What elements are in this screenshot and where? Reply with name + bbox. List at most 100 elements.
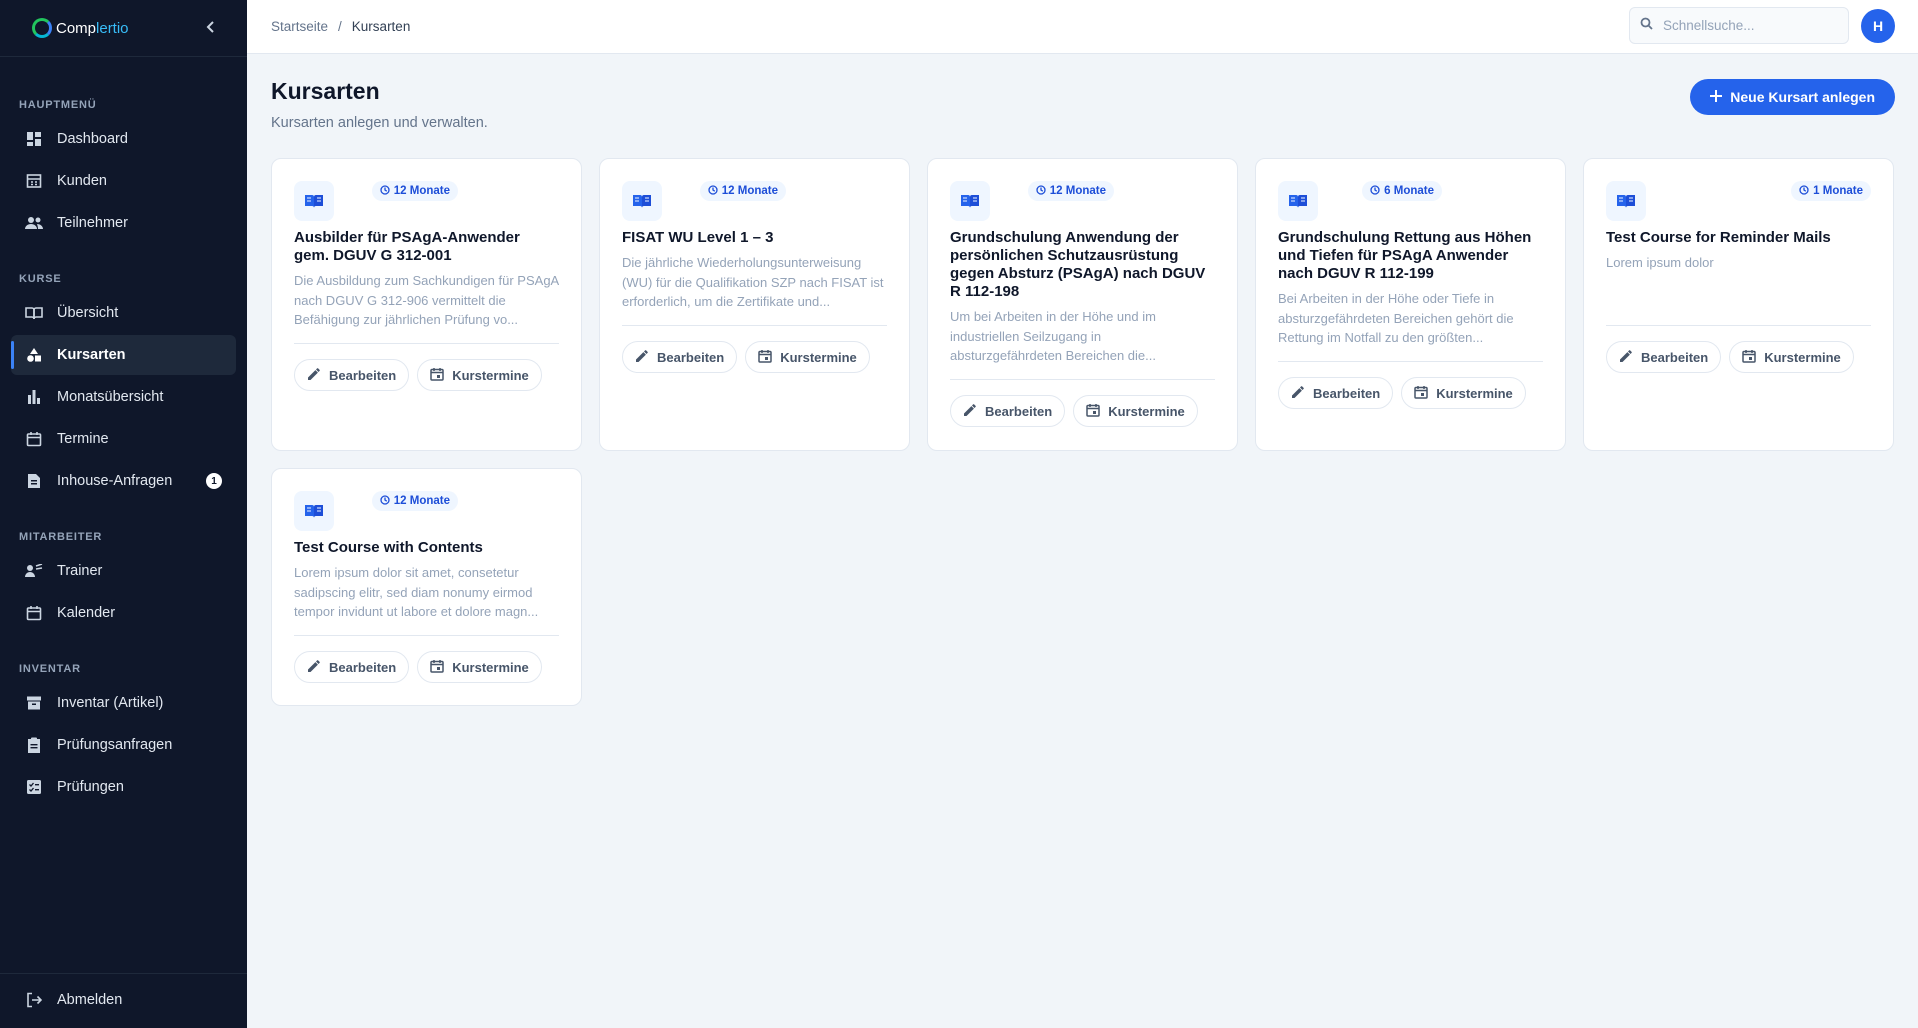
sidebar-item-abmelden[interactable]: Abmelden [11, 980, 236, 1020]
page-subtitle: Kursarten anlegen und verwalten. [271, 115, 488, 131]
pencil-icon [1619, 349, 1633, 366]
card-header: 12 Monate [294, 491, 559, 531]
edit-button[interactable]: Bearbeiten [622, 341, 738, 373]
card-description: Die Ausbildung zum Sachkundigen für PSAg… [294, 273, 559, 327]
calendar-icon [430, 659, 444, 676]
edit-button[interactable]: Bearbeiten [950, 395, 1066, 427]
nav-section-courses: KURSE [19, 273, 62, 285]
card-header: 12 Monate [294, 181, 559, 221]
course-dates-button[interactable]: Kurstermine [1729, 341, 1854, 373]
edit-button[interactable]: Bearbeiten [294, 651, 410, 683]
page-title: Kursarten [271, 78, 380, 104]
edit-label: Bearbeiten [985, 403, 1053, 419]
nav-section-inventory: INVENTAR [19, 663, 81, 675]
sidebar-item-dashboard[interactable]: Dashboard [11, 119, 236, 159]
card-title: Ausbilder für PSAgA-Anwender gem. DGUV G… [294, 229, 520, 264]
archive-icon [25, 694, 43, 712]
book-icon [1606, 181, 1646, 221]
topbar: Startseite / Kursarten H [247, 0, 1918, 54]
edit-label: Bearbeiten [1641, 349, 1709, 365]
sidebar-item-label: Kunden [57, 173, 107, 189]
edit-button[interactable]: Bearbeiten [294, 359, 410, 391]
sidebar-item-kursarten[interactable]: Kursarten [11, 335, 236, 375]
sidebar-item-inhouse[interactable]: Inhouse-Anfragen 1 [11, 461, 236, 501]
card-actions: Bearbeiten Kurstermine [294, 344, 559, 413]
sidebar-item-kalender[interactable]: Kalender [11, 593, 236, 633]
sidebar-item-inventar[interactable]: Inventar (Artikel) [11, 683, 236, 723]
sidebar-item-termine[interactable]: Termine [11, 419, 236, 459]
nav-section-staff: MITARBEITER [19, 531, 103, 543]
duration-label: 12 Monate [393, 495, 450, 507]
sidebar-item-label: Übersicht [57, 305, 119, 321]
course-dates-button[interactable]: Kurstermine [1073, 395, 1198, 427]
checklist-icon [25, 778, 43, 796]
sidebar-item-label: Termine [57, 431, 109, 447]
new-course-type-label: Neue Kursart anlegen [1730, 89, 1875, 105]
sidebar-item-trainer[interactable]: Trainer [11, 551, 236, 591]
brand-logo[interactable]: Complertio [32, 18, 129, 38]
course-dates-button[interactable]: Kurstermine [417, 651, 542, 683]
sidebar-item-label: Abmelden [57, 992, 123, 1008]
duration-label: 12 Monate [1049, 185, 1106, 197]
course-type-card: 6 Monate Grundschulung Rettung aus Höhen… [1255, 158, 1566, 451]
collapse-sidebar-icon[interactable] [205, 18, 217, 39]
card-title: Grundschulung Rettung aus Höhen und Tief… [1278, 229, 1532, 282]
edit-label: Bearbeiten [657, 349, 725, 365]
course-dates-label: Kurstermine [1108, 403, 1185, 419]
quick-search[interactable] [1629, 7, 1849, 44]
clock-icon [1370, 184, 1380, 198]
bar-chart-icon [25, 388, 43, 406]
book-icon [622, 181, 662, 221]
breadcrumb-home[interactable]: Startseite [271, 19, 328, 34]
course-dates-button[interactable]: Kurstermine [745, 341, 870, 373]
course-dates-button[interactable]: Kurstermine [417, 359, 542, 391]
book-icon [294, 181, 334, 221]
edit-label: Bearbeiten [329, 367, 397, 383]
notification-badge: 1 [206, 473, 222, 489]
edit-button[interactable]: Bearbeiten [1278, 377, 1394, 409]
sidebar-item-label: Prüfungen [57, 779, 124, 795]
people-icon [25, 214, 43, 232]
breadcrumb-current: Kursarten [351, 19, 411, 34]
user-avatar[interactable]: H [1861, 9, 1895, 43]
duration-badge: 12 Monate [1027, 181, 1114, 201]
sidebar-item-pruefungen[interactable]: Prüfungen [11, 767, 236, 807]
duration-label: 1 Monate [1813, 185, 1863, 197]
sidebar-item-kunden[interactable]: Kunden [11, 161, 236, 201]
pencil-icon [1291, 385, 1305, 402]
course-type-card: 12 Monate FISAT WU Level 1 – 3 Die jährl… [599, 158, 910, 451]
sidebar-item-label: Dashboard [57, 131, 128, 147]
duration-label: 12 Monate [393, 185, 450, 197]
card-actions: Bearbeiten Kurstermine [1606, 326, 1871, 395]
sidebar-item-uebersicht[interactable]: Übersicht [11, 293, 236, 333]
calendar-icon [25, 430, 43, 448]
card-description: Lorem ipsum dolor [1606, 255, 1714, 270]
sidebar-item-pruefungsanfragen[interactable]: Prüfungsanfragen [11, 725, 236, 765]
card-title: Test Course with Contents [294, 539, 483, 556]
book-icon [950, 181, 990, 221]
pencil-icon [307, 367, 321, 384]
duration-label: 6 Monate [1384, 185, 1434, 197]
new-course-type-button[interactable]: Neue Kursart anlegen [1690, 79, 1895, 115]
card-actions: Bearbeiten Kurstermine [294, 636, 559, 705]
course-dates-button[interactable]: Kurstermine [1401, 377, 1526, 409]
brand-name: Complertio [56, 19, 129, 37]
card-title: Grundschulung Anwendung der persönlichen… [950, 229, 1206, 300]
breadcrumb-separator: / [338, 19, 342, 34]
building-icon [25, 172, 43, 190]
course-type-card: 1 Monate Test Course for Reminder Mails … [1583, 158, 1894, 451]
edit-button[interactable]: Bearbeiten [1606, 341, 1722, 373]
sidebar-item-monatsuebersicht[interactable]: Monatsübersicht [11, 377, 236, 417]
card-actions: Bearbeiten Kurstermine [1278, 362, 1543, 431]
card-header: 12 Monate [950, 181, 1215, 221]
sidebar-footer: Abmelden [0, 973, 247, 1022]
card-title: Test Course for Reminder Mails [1606, 229, 1831, 246]
sidebar-item-label: Monatsübersicht [57, 389, 164, 405]
card-description: Bei Arbeiten in der Höhe oder Tiefe in a… [1278, 291, 1514, 345]
sidebar-item-teilnehmer[interactable]: Teilnehmer [11, 203, 236, 243]
course-type-card: 12 Monate Grundschulung Anwendung der pe… [927, 158, 1238, 451]
dashboard-icon [25, 130, 43, 148]
course-dates-label: Kurstermine [1436, 385, 1513, 401]
search-input[interactable] [1663, 18, 1833, 33]
search-icon [1640, 17, 1653, 35]
